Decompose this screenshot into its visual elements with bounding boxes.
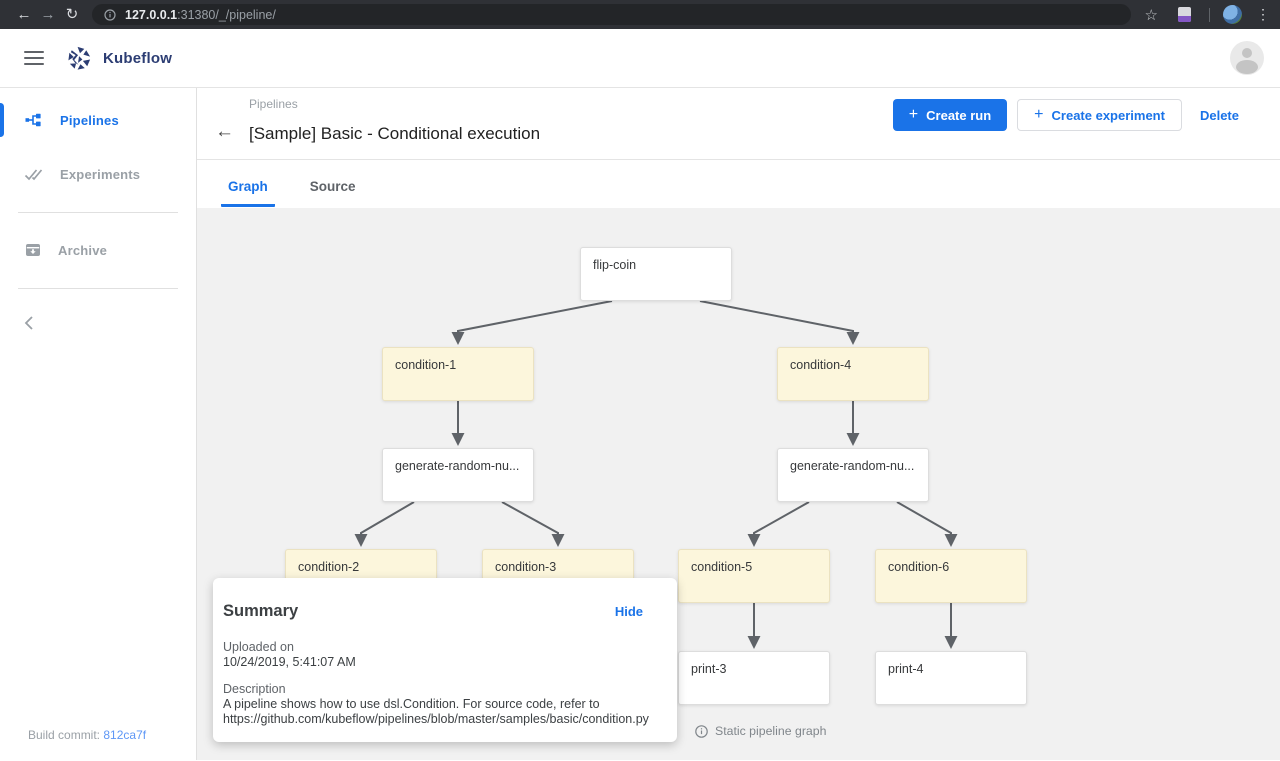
- graph-node-condition-5[interactable]: condition-5: [678, 549, 830, 603]
- tab-bar: Graph Source: [197, 160, 1280, 207]
- create-experiment-button[interactable]: + Create experiment: [1017, 99, 1182, 131]
- graph-node-print-3[interactable]: print-3: [678, 651, 830, 705]
- graph-node-condition-4[interactable]: condition-4: [777, 347, 929, 401]
- user-avatar[interactable]: [1230, 41, 1264, 75]
- build-commit-link[interactable]: 812ca7f: [103, 728, 146, 742]
- graph-edge-generate-random-number-1-to-condition-2: [361, 502, 414, 545]
- delete-button[interactable]: Delete: [1192, 99, 1247, 131]
- description-label: Description: [223, 682, 643, 697]
- archive-icon: [24, 241, 42, 259]
- delete-label: Delete: [1200, 108, 1239, 123]
- graph-edge-flip-coin-to-condition-4: [700, 301, 853, 343]
- node-label: generate-random-nu...: [395, 459, 519, 473]
- create-run-button[interactable]: + Create run: [893, 99, 1007, 131]
- sidebar: Pipelines Experiments Archive: [0, 88, 197, 760]
- node-label: condition-4: [790, 358, 851, 372]
- browser-back-icon[interactable]: ←: [12, 0, 36, 29]
- sidebar-item-label: Experiments: [60, 167, 140, 182]
- create-experiment-label: Create experiment: [1052, 108, 1165, 123]
- graph-edge-flip-coin-to-condition-1: [458, 301, 612, 343]
- url-host: 127.0.0.1: [125, 8, 177, 22]
- node-label: flip-coin: [593, 258, 636, 272]
- graph-node-generate-random-number-1[interactable]: generate-random-nu...: [382, 448, 534, 502]
- browser-profile-avatar[interactable]: [1223, 5, 1242, 24]
- graph-edge-generate-random-number-1-to-condition-3: [502, 502, 558, 545]
- description-line2: https://github.com/kubeflow/pipelines/bl…: [223, 712, 643, 727]
- browser-reload-icon[interactable]: ↻: [60, 0, 84, 29]
- page-header: Pipelines ← [Sample] Basic - Conditional…: [197, 88, 1280, 160]
- toolbar-divider: [1209, 8, 1210, 22]
- hamburger-menu-icon[interactable]: [24, 47, 44, 69]
- graph-node-condition-6[interactable]: condition-6: [875, 549, 1027, 603]
- back-arrow-icon[interactable]: ←: [215, 121, 234, 143]
- sidebar-item-experiments[interactable]: Experiments: [0, 154, 196, 194]
- url-text: 127.0.0.1:31380/_/pipeline/: [125, 8, 276, 22]
- plus-icon: +: [1034, 106, 1043, 124]
- url-path: :31380/_/pipeline/: [177, 8, 276, 22]
- hide-summary-link[interactable]: Hide: [615, 604, 643, 619]
- node-label: generate-random-nu...: [790, 459, 914, 473]
- graph-edge-generate-random-number-2-to-condition-5: [754, 502, 809, 545]
- node-label: condition-5: [691, 560, 752, 574]
- browser-menu-icon[interactable]: ⋮: [1256, 6, 1270, 23]
- page-info-icon[interactable]: [104, 9, 116, 21]
- app-header: Kubeflow: [0, 29, 1280, 88]
- active-indicator: [0, 103, 4, 137]
- browser-toolbar: ← → ↻ 127.0.0.1:31380/_/pipeline/ ☆ ⋮: [0, 0, 1280, 29]
- create-run-label: Create run: [926, 108, 991, 123]
- node-label: condition-6: [888, 560, 949, 574]
- static-graph-note: Static pipeline graph: [695, 724, 826, 738]
- pipelines-icon: [24, 110, 44, 130]
- kubeflow-logo-icon: [66, 45, 93, 72]
- extension-icon[interactable]: [1178, 7, 1191, 22]
- experiments-icon: [24, 164, 44, 184]
- tab-source[interactable]: Source: [303, 179, 363, 207]
- graph-node-condition-1[interactable]: condition-1: [382, 347, 534, 401]
- sidebar-divider: [18, 288, 178, 289]
- graph-edge-generate-random-number-2-to-condition-6: [897, 502, 951, 545]
- node-label: condition-3: [495, 560, 556, 574]
- chevron-left-icon: [24, 315, 34, 331]
- uploaded-on-value: 10/24/2019, 5:41:07 AM: [223, 655, 643, 670]
- brand-name: Kubeflow: [103, 50, 172, 67]
- node-label: print-4: [888, 662, 923, 676]
- uploaded-on-label: Uploaded on: [223, 640, 643, 655]
- tab-graph[interactable]: Graph: [221, 179, 275, 207]
- info-icon: [695, 725, 708, 738]
- description-line1: A pipeline shows how to use dsl.Conditio…: [223, 697, 643, 712]
- plus-icon: +: [909, 106, 918, 124]
- sidebar-item-archive[interactable]: Archive: [0, 230, 196, 270]
- main-content: Pipelines ← [Sample] Basic - Conditional…: [197, 88, 1280, 760]
- static-graph-note-label: Static pipeline graph: [715, 724, 826, 738]
- graph-node-generate-random-number-2[interactable]: generate-random-nu...: [777, 448, 929, 502]
- build-commit: Build commit: 812ca7f: [28, 728, 146, 742]
- page-title: [Sample] Basic - Conditional execution: [249, 124, 540, 144]
- summary-title: Summary: [223, 602, 298, 621]
- graph-node-flip-coin[interactable]: flip-coin: [580, 247, 732, 301]
- build-commit-label: Build commit:: [28, 728, 100, 742]
- browser-forward-icon[interactable]: →: [36, 0, 60, 29]
- sidebar-item-label: Pipelines: [60, 113, 119, 128]
- sidebar-item-label: Archive: [58, 243, 107, 258]
- graph-node-print-4[interactable]: print-4: [875, 651, 1027, 705]
- pipeline-graph: flip-coin condition-1 condition-4 generate-…: [197, 208, 1280, 760]
- bookmark-star-icon[interactable]: ☆: [1145, 6, 1158, 24]
- sidebar-item-pipelines[interactable]: Pipelines: [0, 100, 196, 140]
- breadcrumb[interactable]: Pipelines: [249, 97, 298, 111]
- summary-card: Summary Hide Uploaded on 10/24/2019, 5:4…: [213, 578, 677, 742]
- kubeflow-logo[interactable]: Kubeflow: [66, 45, 172, 72]
- toolbar-actions: + Create run + Create experiment Delete: [893, 99, 1247, 131]
- node-label: print-3: [691, 662, 726, 676]
- node-label: condition-2: [298, 560, 359, 574]
- sidebar-divider: [18, 212, 178, 213]
- node-label: condition-1: [395, 358, 456, 372]
- collapse-sidebar-button[interactable]: [24, 315, 38, 336]
- address-bar[interactable]: 127.0.0.1:31380/_/pipeline/: [92, 4, 1131, 25]
